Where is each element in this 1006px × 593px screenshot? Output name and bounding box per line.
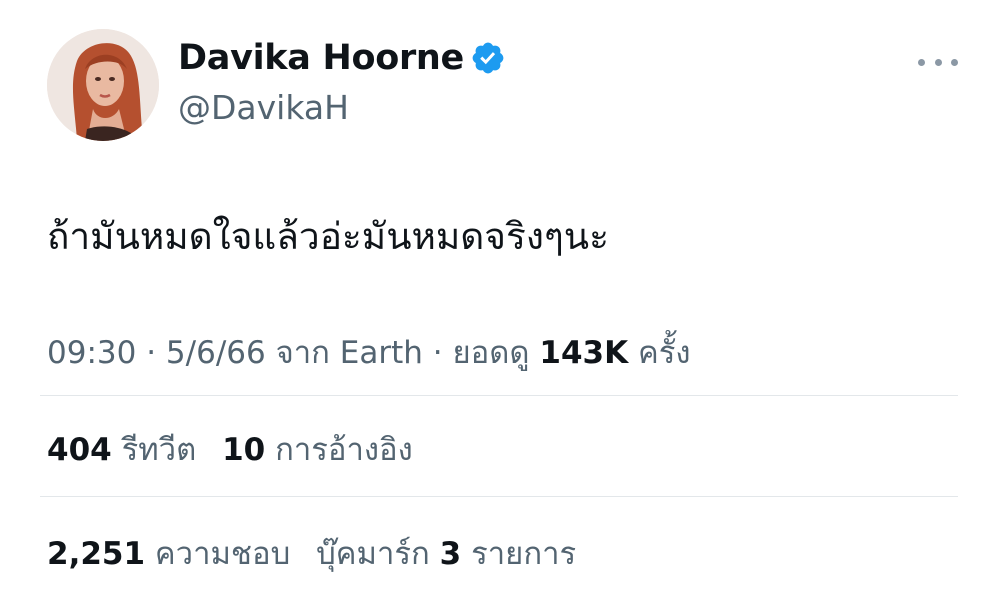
divider [40,496,958,497]
retweets-link[interactable]: 404 รีทวีต [47,432,196,468]
likes-label: ความชอบ [154,536,291,572]
quotes-label: การอ้างอิง [275,432,413,468]
bookmarks-count: 3 [439,536,462,572]
bookmarks-suffix: รายการ [471,536,577,572]
author-name-row: Davika Hoorne [178,38,506,78]
tweet-text: ถ้ามันหมดใจแล้วอ่ะมันหมดจริงๆนะ [47,215,609,258]
bookmarks-link[interactable]: บุ๊คมาร์ก 3 รายการ [316,536,576,572]
tweet-date[interactable]: 5/6/66 [166,335,266,371]
tweet-meta: 09:30 · 5/6/66 จาก Earth · ยอดดู 143K คร… [47,327,691,377]
views-count[interactable]: 143K [539,335,628,371]
divider [40,395,958,396]
tweet-source: Earth [339,335,423,371]
avatar[interactable] [47,29,159,141]
meta-separator: · [146,335,157,371]
more-dot-icon [951,58,958,66]
source-prefix: จาก [275,335,330,371]
retweets-label: รีทวีต [121,432,197,468]
quotes-count: 10 [222,432,266,468]
more-dot-icon [918,58,925,66]
views-label: ยอดดู [452,335,530,371]
likes-bookmarks-stats: 2,251 ความชอบ บุ๊คมาร์ก 3 รายการ [47,528,576,578]
views-suffix: ครั้ง [637,335,691,371]
more-options-button[interactable] [918,46,958,78]
retweets-count: 404 [47,432,112,468]
tweet-time[interactable]: 09:30 [47,335,136,371]
avatar-image [47,29,159,141]
author-display-name[interactable]: Davika Hoorne [178,38,464,78]
more-dot-icon [934,58,942,66]
meta-separator: · [432,335,443,371]
retweet-quote-stats: 404 รีทวีต 10 การอ้างอิง [47,424,413,474]
bookmarks-label: บุ๊คมาร์ก [316,536,430,572]
likes-count: 2,251 [47,536,146,572]
author-handle[interactable]: @DavikaH [178,88,349,127]
verified-badge-icon[interactable] [470,40,506,76]
quotes-link[interactable]: 10 การอ้างอิง [222,432,413,468]
likes-link[interactable]: 2,251 ความชอบ [47,536,290,572]
